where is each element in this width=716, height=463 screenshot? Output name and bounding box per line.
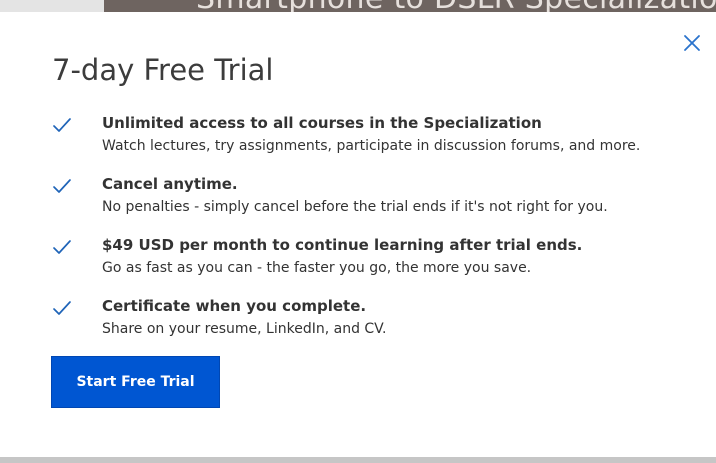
close-button[interactable] — [681, 32, 703, 54]
feature-item: Unlimited access to all courses in the S… — [52, 114, 692, 175]
background-page-bottom — [0, 457, 716, 463]
feature-description: Go as fast as you can - the faster you g… — [102, 260, 532, 276]
checkmark-icon — [53, 118, 71, 132]
feature-description: No penalties - simply cancel before the … — [102, 199, 608, 215]
checkmark-icon — [53, 301, 71, 315]
feature-item: Cancel anytime. No penalties - simply ca… — [52, 175, 692, 236]
close-icon — [684, 35, 700, 51]
free-trial-modal: 7-day Free Trial Unlimited access to all… — [0, 12, 716, 457]
feature-title: Certificate when you complete. — [102, 297, 367, 315]
feature-title: Unlimited access to all courses in the S… — [102, 114, 542, 132]
background-hero-title: Smartphone to DSLR Specialization — [196, 0, 716, 12]
feature-title: Cancel anytime. — [102, 175, 238, 193]
background-hero-banner: Smartphone to DSLR Specialization — [104, 0, 716, 12]
feature-list: Unlimited access to all courses in the S… — [52, 114, 692, 358]
feature-item: $49 USD per month to continue learning a… — [52, 236, 692, 297]
feature-item: Certificate when you complete. Share on … — [52, 297, 692, 358]
checkmark-icon — [53, 179, 71, 193]
background-page-left — [0, 0, 104, 12]
start-free-trial-button[interactable]: Start Free Trial — [51, 356, 220, 408]
feature-description: Watch lectures, try assignments, partici… — [102, 138, 641, 154]
feature-title: $49 USD per month to continue learning a… — [102, 236, 583, 254]
checkmark-icon — [53, 240, 71, 254]
feature-description: Share on your resume, LinkedIn, and CV. — [102, 321, 387, 337]
modal-title: 7-day Free Trial — [52, 53, 274, 87]
